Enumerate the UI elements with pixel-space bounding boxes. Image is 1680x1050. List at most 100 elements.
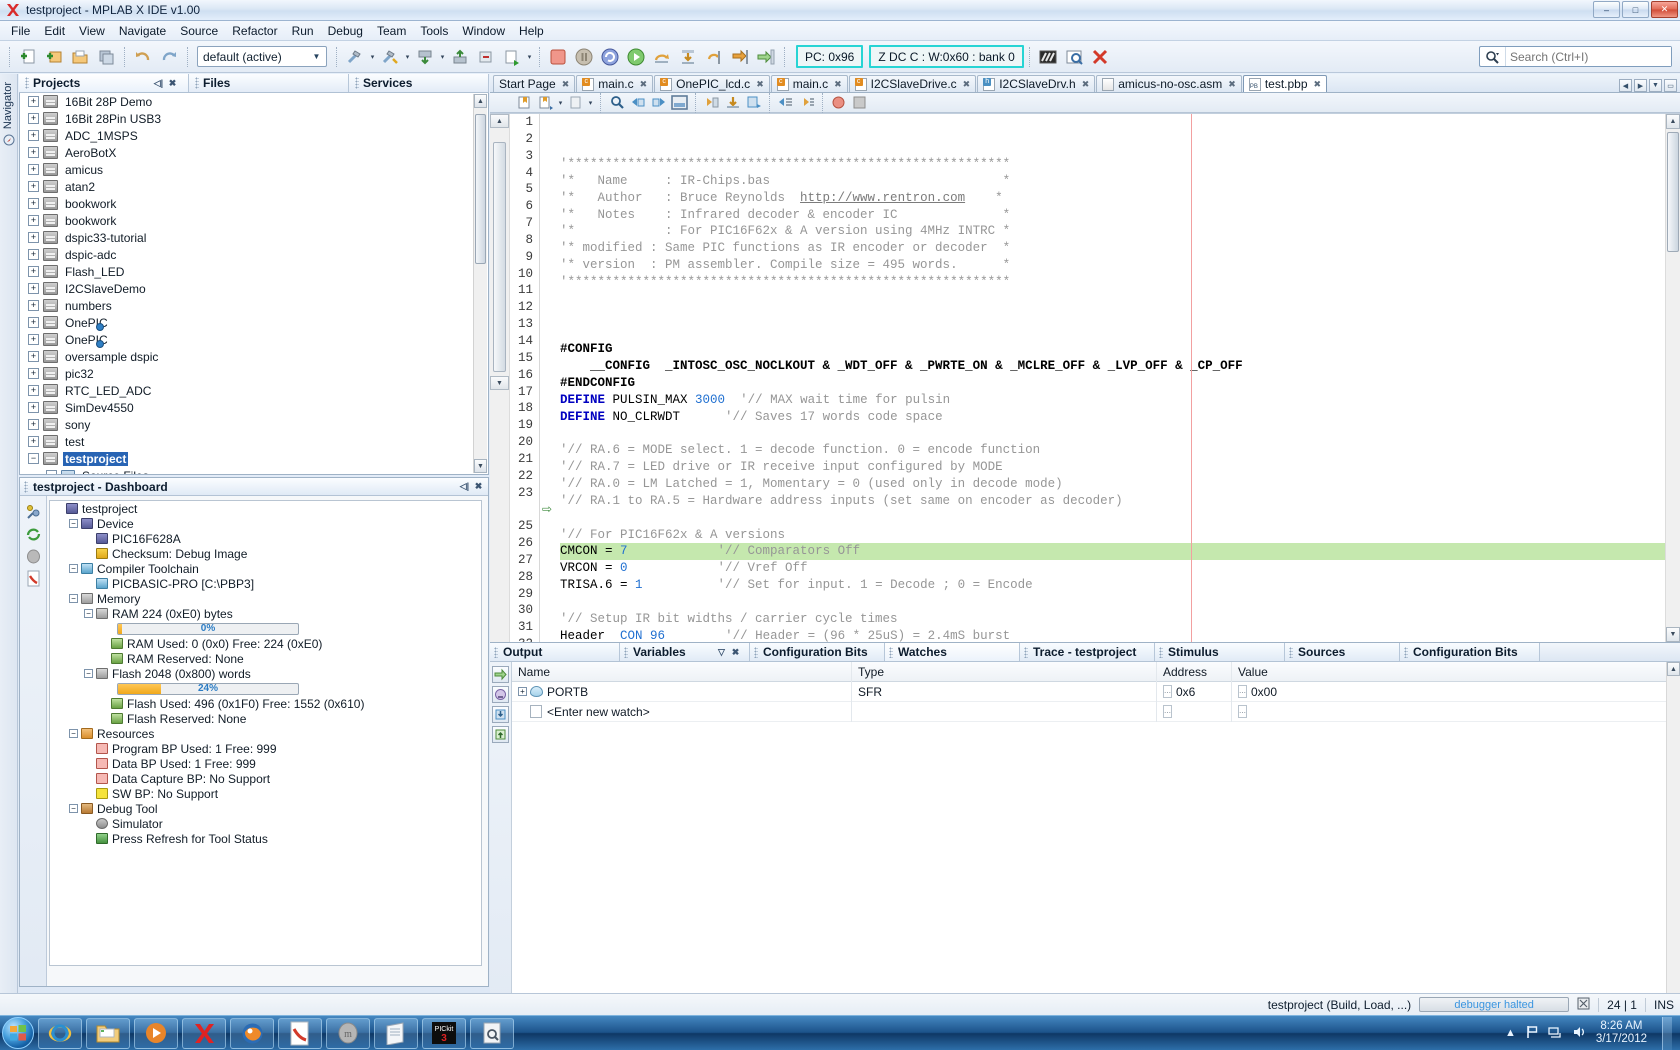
drag-grip[interactable] xyxy=(355,77,359,89)
menu-tools[interactable]: Tools xyxy=(413,22,455,40)
editor-tab[interactable]: I2CSlaveDrv.h✖ xyxy=(977,75,1095,92)
tab-list-icon[interactable]: ▼ xyxy=(1649,79,1662,92)
editor-tab[interactable]: main.c✖ xyxy=(576,75,653,92)
cell-editor-icon[interactable]: ⋯ xyxy=(1238,705,1247,718)
search-icon[interactable] xyxy=(1480,47,1506,66)
menu-window[interactable]: Window xyxy=(455,22,512,40)
refresh-debug-tool-icon[interactable] xyxy=(24,525,43,544)
dashboard-row[interactable]: −Compiler Toolchain xyxy=(50,561,481,576)
dashboard-row[interactable]: PIC16F628A xyxy=(50,531,481,546)
code-line[interactable] xyxy=(560,291,1665,308)
clean-dropdown-icon[interactable]: ▾ xyxy=(403,46,412,68)
bookmark-dropdown-icon[interactable]: ▾ xyxy=(556,92,565,114)
tree-expander-icon[interactable]: + xyxy=(28,232,39,243)
project-tree-item[interactable]: +pic32 xyxy=(20,365,488,382)
code-line[interactable]: '***************************************… xyxy=(560,156,1665,173)
scroll-up-icon[interactable]: ▲ xyxy=(1666,114,1680,129)
dashboard-row[interactable]: RAM Reserved: None xyxy=(50,651,481,666)
dashboard-row[interactable]: 24% xyxy=(50,681,481,696)
internet-explorer-icon[interactable] xyxy=(38,1018,82,1049)
scroll-up-icon[interactable]: ▲ xyxy=(1667,662,1680,676)
menu-file[interactable]: File xyxy=(4,22,37,40)
device-pack-icon[interactable] xyxy=(24,547,43,566)
stop-debug-icon[interactable] xyxy=(546,45,570,69)
code-line[interactable] xyxy=(560,324,1665,341)
configuration-combo[interactable]: default (active) ▼ xyxy=(197,46,327,67)
editor-tab[interactable]: OnePIC_lcd.c✖ xyxy=(654,75,770,92)
start-orb[interactable] xyxy=(2,1017,34,1049)
tab-projects[interactable]: Projects ◁| ✖ xyxy=(19,74,189,92)
drag-grip[interactable] xyxy=(1289,647,1293,658)
tree-expander-icon[interactable]: + xyxy=(28,164,39,175)
maximize-icon[interactable]: ▭ xyxy=(1664,79,1677,92)
dashboard-row[interactable]: −Device xyxy=(50,516,481,531)
dock-tab[interactable]: Output xyxy=(490,643,620,661)
code-line[interactable]: '***************************************… xyxy=(560,274,1665,291)
drag-grip[interactable] xyxy=(624,647,628,658)
mplab-ide8-icon[interactable]: m xyxy=(326,1018,370,1049)
code-line[interactable] xyxy=(560,308,1665,325)
build-dropdown-icon[interactable]: ▾ xyxy=(368,46,377,68)
previous-edit-icon[interactable] xyxy=(628,94,647,112)
tab-files[interactable]: Files xyxy=(189,74,349,92)
code-line[interactable]: '* Notes : Infrared decoder & encoder IC… xyxy=(560,207,1665,224)
close-window-icon[interactable]: ✖ xyxy=(473,481,484,492)
dock-tab[interactable]: Configuration Bits xyxy=(750,643,885,661)
code-line[interactable]: '* : For PIC16F62x & A version using 4MH… xyxy=(560,223,1665,240)
tree-expander-icon[interactable]: − xyxy=(69,594,78,603)
datasheet-pdf-icon[interactable] xyxy=(24,569,43,588)
scroll-up-icon[interactable]: ▲ xyxy=(474,94,487,108)
dashboard-row[interactable]: PICBASIC-PRO [C:\PBP3] xyxy=(50,576,481,591)
pickit3-icon[interactable]: PICkit3 xyxy=(422,1018,466,1049)
hold-in-reset-icon[interactable] xyxy=(474,45,498,69)
code-line[interactable]: DEFINE PULSIN_MAX 3000 '// MAX wait time… xyxy=(560,392,1665,409)
code-line[interactable]: '// RA.6 = MODE select. 1 = decode funct… xyxy=(560,442,1665,459)
table-row[interactable]: <Enter new watch>⋯⋯ xyxy=(512,702,1666,722)
menu-view[interactable]: View xyxy=(72,22,112,40)
close-icon[interactable]: ✖ xyxy=(1082,79,1090,90)
code-line[interactable]: #CONFIG xyxy=(560,341,1665,358)
network-icon[interactable] xyxy=(1548,1025,1563,1042)
scrollbar-thumb[interactable] xyxy=(493,142,506,372)
code-line[interactable]: '// RA.7 = LED drive or IR receive input… xyxy=(560,459,1665,476)
editor-tab[interactable]: main.c✖ xyxy=(771,75,848,92)
menu-navigate[interactable]: Navigate xyxy=(112,22,173,40)
bookmark-prev-dropdown-icon[interactable]: ▾ xyxy=(586,92,595,114)
dashboard-row[interactable]: Flash Used: 496 (0x1F0) Free: 1552 (0x61… xyxy=(50,696,481,711)
debug-dropdown-icon[interactable]: ▾ xyxy=(525,46,534,68)
drag-grip[interactable] xyxy=(1159,647,1163,658)
previous-bookmark-icon[interactable] xyxy=(566,94,585,112)
tree-expander-icon[interactable]: + xyxy=(28,96,39,107)
notepad-icon[interactable] xyxy=(374,1018,418,1049)
comment-icon[interactable] xyxy=(723,94,742,112)
program-device-icon[interactable] xyxy=(448,45,472,69)
project-tree-item[interactable]: +test xyxy=(20,433,488,450)
program-dropdown-icon[interactable]: ▾ xyxy=(438,46,447,68)
drag-grip[interactable] xyxy=(494,647,498,658)
minimize-window-icon[interactable]: ▽ xyxy=(716,647,727,658)
toggle-breakpoint-icon[interactable] xyxy=(829,94,848,112)
close-icon[interactable]: ✖ xyxy=(1228,79,1236,90)
watches-scrollbar[interactable]: ▲ ▼ xyxy=(1666,662,1680,1015)
find-selection-icon[interactable] xyxy=(607,94,626,112)
code-line[interactable]: '* version : PM assembler. Compile size … xyxy=(560,257,1665,274)
step-into-icon[interactable] xyxy=(676,45,700,69)
code-line[interactable]: Header CON 96 '// Header = (96 * 25uS) =… xyxy=(560,628,1665,642)
scroll-left-icon[interactable]: ◀ xyxy=(1619,79,1632,92)
reset-icon[interactable] xyxy=(598,45,622,69)
windows-explorer-icon[interactable] xyxy=(86,1018,130,1049)
editor-left-scrollbar[interactable]: ▲ ▼ xyxy=(490,114,510,642)
code-line[interactable]: '// RA.0 = LM Latched = 1, Momentary = 0… xyxy=(560,476,1665,493)
tree-expander-icon[interactable]: + xyxy=(28,351,39,362)
dashboard-row[interactable]: −Flash 2048 (0x800) words xyxy=(50,666,481,681)
project-tree-item[interactable]: +atan2 xyxy=(20,178,488,195)
code-line[interactable]: CMCON = 7 '// Comparators Off xyxy=(560,543,1665,560)
menu-debug[interactable]: Debug xyxy=(321,22,370,40)
minimize-window-icon[interactable]: ◁| xyxy=(459,481,470,492)
close-window-icon[interactable]: ✖ xyxy=(167,78,178,89)
scroll-right-icon[interactable]: ▶ xyxy=(1634,79,1647,92)
code-line[interactable]: VRCON = 0 '// Vref Off xyxy=(560,560,1665,577)
close-icon[interactable]: ✖ xyxy=(756,79,764,90)
watches-view-icon[interactable] xyxy=(1062,45,1086,69)
dashboard-row[interactable]: RAM Used: 0 (0x0) Free: 224 (0xE0) xyxy=(50,636,481,651)
